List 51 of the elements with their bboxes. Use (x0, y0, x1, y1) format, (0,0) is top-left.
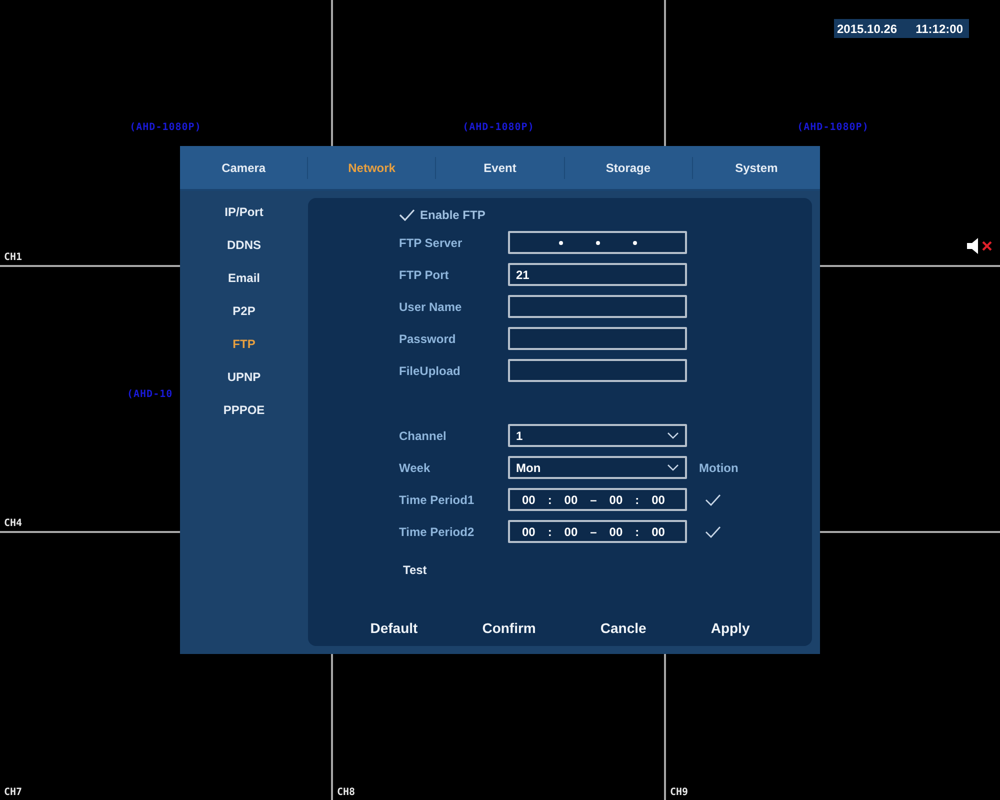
resolution-label: (AHD-10 (127, 389, 173, 400)
field-label: FTP Server (399, 236, 464, 250)
field-label: FileUpload (399, 364, 462, 378)
dropdown-field[interactable]: 1 (508, 424, 687, 447)
input-field[interactable] (508, 359, 687, 382)
sidebar-item[interactable]: UPNP (227, 368, 261, 387)
test-button[interactable]: Test (403, 563, 427, 577)
menu-tab[interactable]: Storage (564, 154, 692, 180)
input-field[interactable] (508, 327, 687, 350)
ip-address-field[interactable] (508, 231, 687, 254)
sidebar-item[interactable]: PPPOE (223, 401, 265, 420)
date-time-display: 2015.10.26 11:12:00 (834, 19, 969, 38)
resolution-label: (AHD-1080P) (797, 122, 869, 133)
sidebar-item[interactable]: P2P (232, 302, 256, 321)
menu-tab[interactable]: Event (436, 154, 564, 180)
field-label: FTP Port (399, 268, 450, 282)
column-header: Motion (698, 460, 740, 474)
input-field[interactable] (508, 295, 687, 318)
resolution-label: (AHD-1080P) (130, 122, 202, 133)
caret-icon (667, 432, 679, 439)
dialog-button[interactable]: Default (362, 618, 426, 638)
motion-checkbox[interactable] (705, 494, 721, 506)
dialog-button[interactable]: Apply (702, 618, 758, 638)
channel-label: CH1 (4, 252, 22, 263)
sidebar-item[interactable]: DDNS (226, 236, 261, 255)
sidebar-item[interactable]: Email (228, 269, 260, 288)
check-icon (399, 209, 415, 221)
enable-checkbox[interactable]: Enable FTP (399, 208, 486, 222)
channel-label: CH4 (4, 518, 22, 529)
caret-icon (667, 464, 679, 471)
field-label: Channel (399, 428, 448, 442)
time-range-field[interactable]: 00 : 00 – 00 : 00 (508, 520, 687, 543)
menu-tab[interactable]: Camera (180, 154, 308, 180)
menu-tab[interactable]: System (692, 154, 820, 180)
dialog-button[interactable]: Cancle (592, 618, 654, 638)
field-label: User Name (399, 300, 463, 314)
time-range-field[interactable]: 00 : 00 – 00 : 00 (508, 488, 687, 511)
resolution-label: (AHD-1080P) (462, 122, 534, 133)
channel-label: CH8 (337, 787, 356, 798)
field-label: Password (399, 332, 457, 346)
sidebar-item[interactable]: IP/Port (224, 203, 264, 222)
channel-label: CH7 (4, 787, 22, 798)
motion-checkbox[interactable] (705, 526, 721, 538)
dialog-button[interactable]: Confirm (474, 618, 544, 638)
dropdown-field[interactable]: Mon (508, 456, 687, 479)
field-label: Time Period2 (399, 524, 476, 538)
channel-label: CH9 (670, 787, 688, 798)
input-field[interactable]: 21 (508, 263, 687, 286)
field-label: Week (399, 460, 432, 474)
sidebar-item[interactable]: FTP (232, 335, 256, 354)
field-label: Time Period1 (399, 492, 476, 506)
